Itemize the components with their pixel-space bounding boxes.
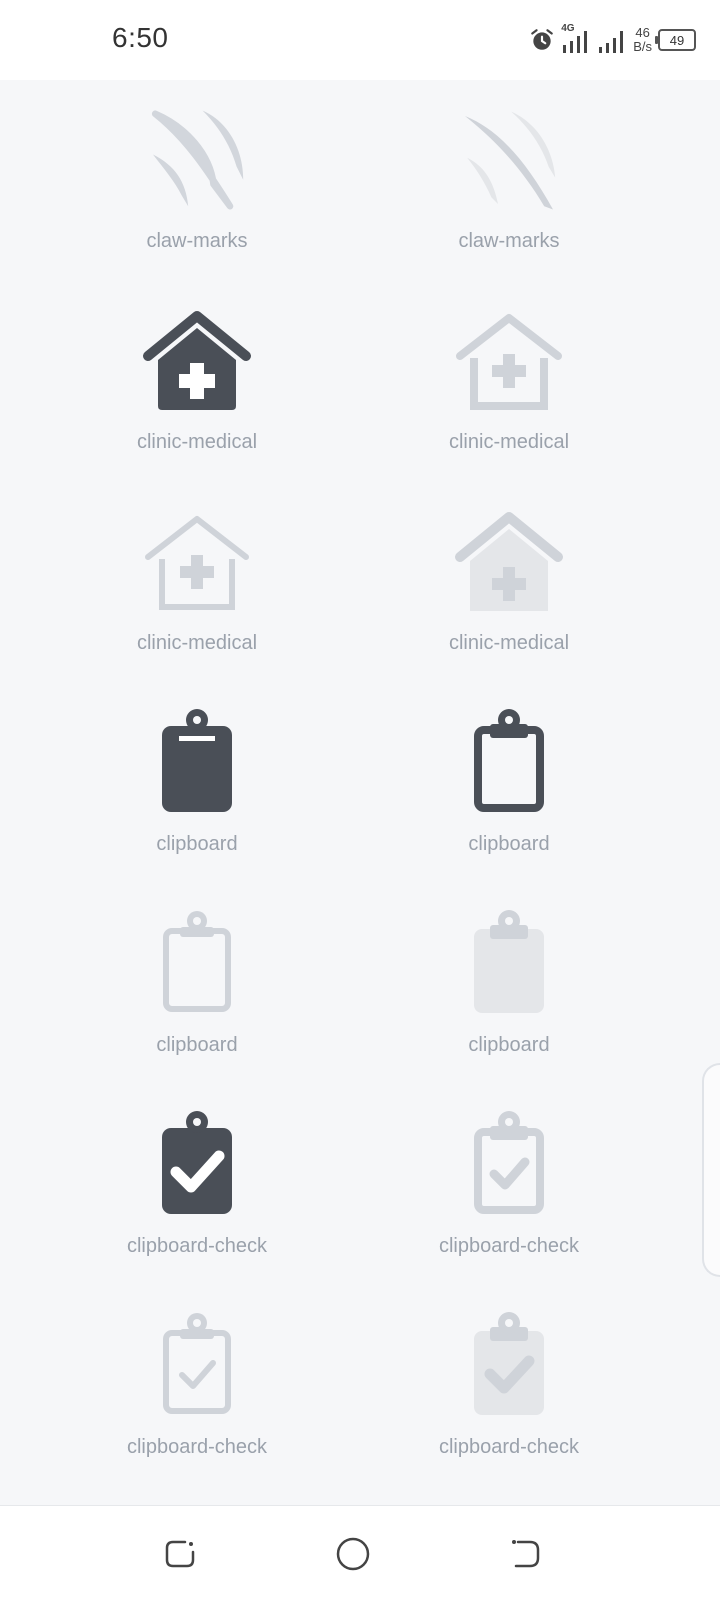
icon-label: claw-marks <box>146 230 248 252</box>
scroll-handle[interactable] <box>702 1063 720 1277</box>
icon-tile[interactable]: clipboard-check <box>67 1085 327 1290</box>
icon-tile[interactable]: claw-marks <box>379 80 639 285</box>
clipboard-icon <box>142 708 252 818</box>
icon-tile[interactable]: clinic-medical <box>67 482 327 687</box>
icon-tile[interactable]: clipboard-check <box>67 1286 327 1491</box>
clinic-medical-icon <box>454 507 564 617</box>
back-icon[interactable] <box>505 1534 545 1574</box>
icon-label: claw-marks <box>458 230 560 252</box>
clipboard-check-icon <box>454 1311 564 1421</box>
status-bar: 6:50 4G 46 B/s 49 <box>0 0 720 80</box>
icon-tile[interactable]: clipboard <box>379 884 639 1089</box>
clinic-medical-icon <box>142 306 252 416</box>
net-speed-value: 46 <box>635 25 650 40</box>
icon-label: clipboard-check <box>126 1436 268 1458</box>
status-time: 6:50 <box>112 22 169 53</box>
icon-tile[interactable]: clinic-medical <box>379 482 639 687</box>
icon-label: clipboard-check <box>126 1235 268 1257</box>
icon-label: clipboard <box>156 1034 238 1056</box>
icon-tile[interactable]: clipboard-check <box>379 1085 639 1290</box>
home-icon[interactable] <box>333 1534 373 1574</box>
status-icons: 4G 46 B/s 49 <box>529 22 696 58</box>
icon-list[interactable]: claw-marks claw-marks clinic-medical cli… <box>0 80 720 1505</box>
alarm-icon <box>531 29 554 50</box>
icon-label: clipboard-check <box>438 1235 580 1257</box>
network-type: 4G <box>561 23 575 34</box>
icon-label: clinic-medical <box>448 431 570 453</box>
navigation-bar <box>0 1505 720 1601</box>
icon-label: clinic-medical <box>136 431 258 453</box>
icon-tile[interactable]: clipboard <box>379 683 639 888</box>
clipboard-check-icon <box>142 1311 252 1421</box>
battery-icon: 49 <box>655 29 696 51</box>
icon-label: clipboard-check <box>438 1436 580 1458</box>
icon-label: clinic-medical <box>448 632 570 654</box>
icon-tile[interactable]: clipboard <box>67 683 327 888</box>
battery-level: 49 <box>669 32 685 48</box>
icon-label: clinic-medical <box>136 632 258 654</box>
icon-tile[interactable]: clinic-medical <box>379 281 639 486</box>
signal-icon <box>599 31 624 53</box>
signal-4g-icon: 4G <box>561 23 591 55</box>
net-speed-unit: B/s <box>633 39 652 54</box>
clipboard-check-icon <box>142 1110 252 1220</box>
icon-tile[interactable]: clinic-medical <box>67 281 327 486</box>
clipboard-icon <box>454 708 564 818</box>
icon-tile[interactable]: claw-marks <box>67 80 327 285</box>
clipboard-icon <box>142 909 252 1019</box>
clipboard-check-icon <box>454 1110 564 1220</box>
clinic-medical-icon <box>142 507 252 617</box>
icon-tile[interactable]: clipboard-check <box>379 1286 639 1491</box>
recents-icon[interactable] <box>160 1534 200 1574</box>
icon-label: clipboard <box>156 833 238 855</box>
clipboard-icon <box>454 909 564 1019</box>
icon-label: clipboard <box>468 833 550 855</box>
icon-label: clipboard <box>468 1034 550 1056</box>
icon-tile[interactable]: clipboard <box>67 884 327 1089</box>
claw-marks-icon <box>454 105 564 215</box>
clinic-medical-icon <box>454 306 564 416</box>
net-speed: 46 B/s <box>633 26 652 54</box>
claw-marks-icon <box>142 105 252 215</box>
